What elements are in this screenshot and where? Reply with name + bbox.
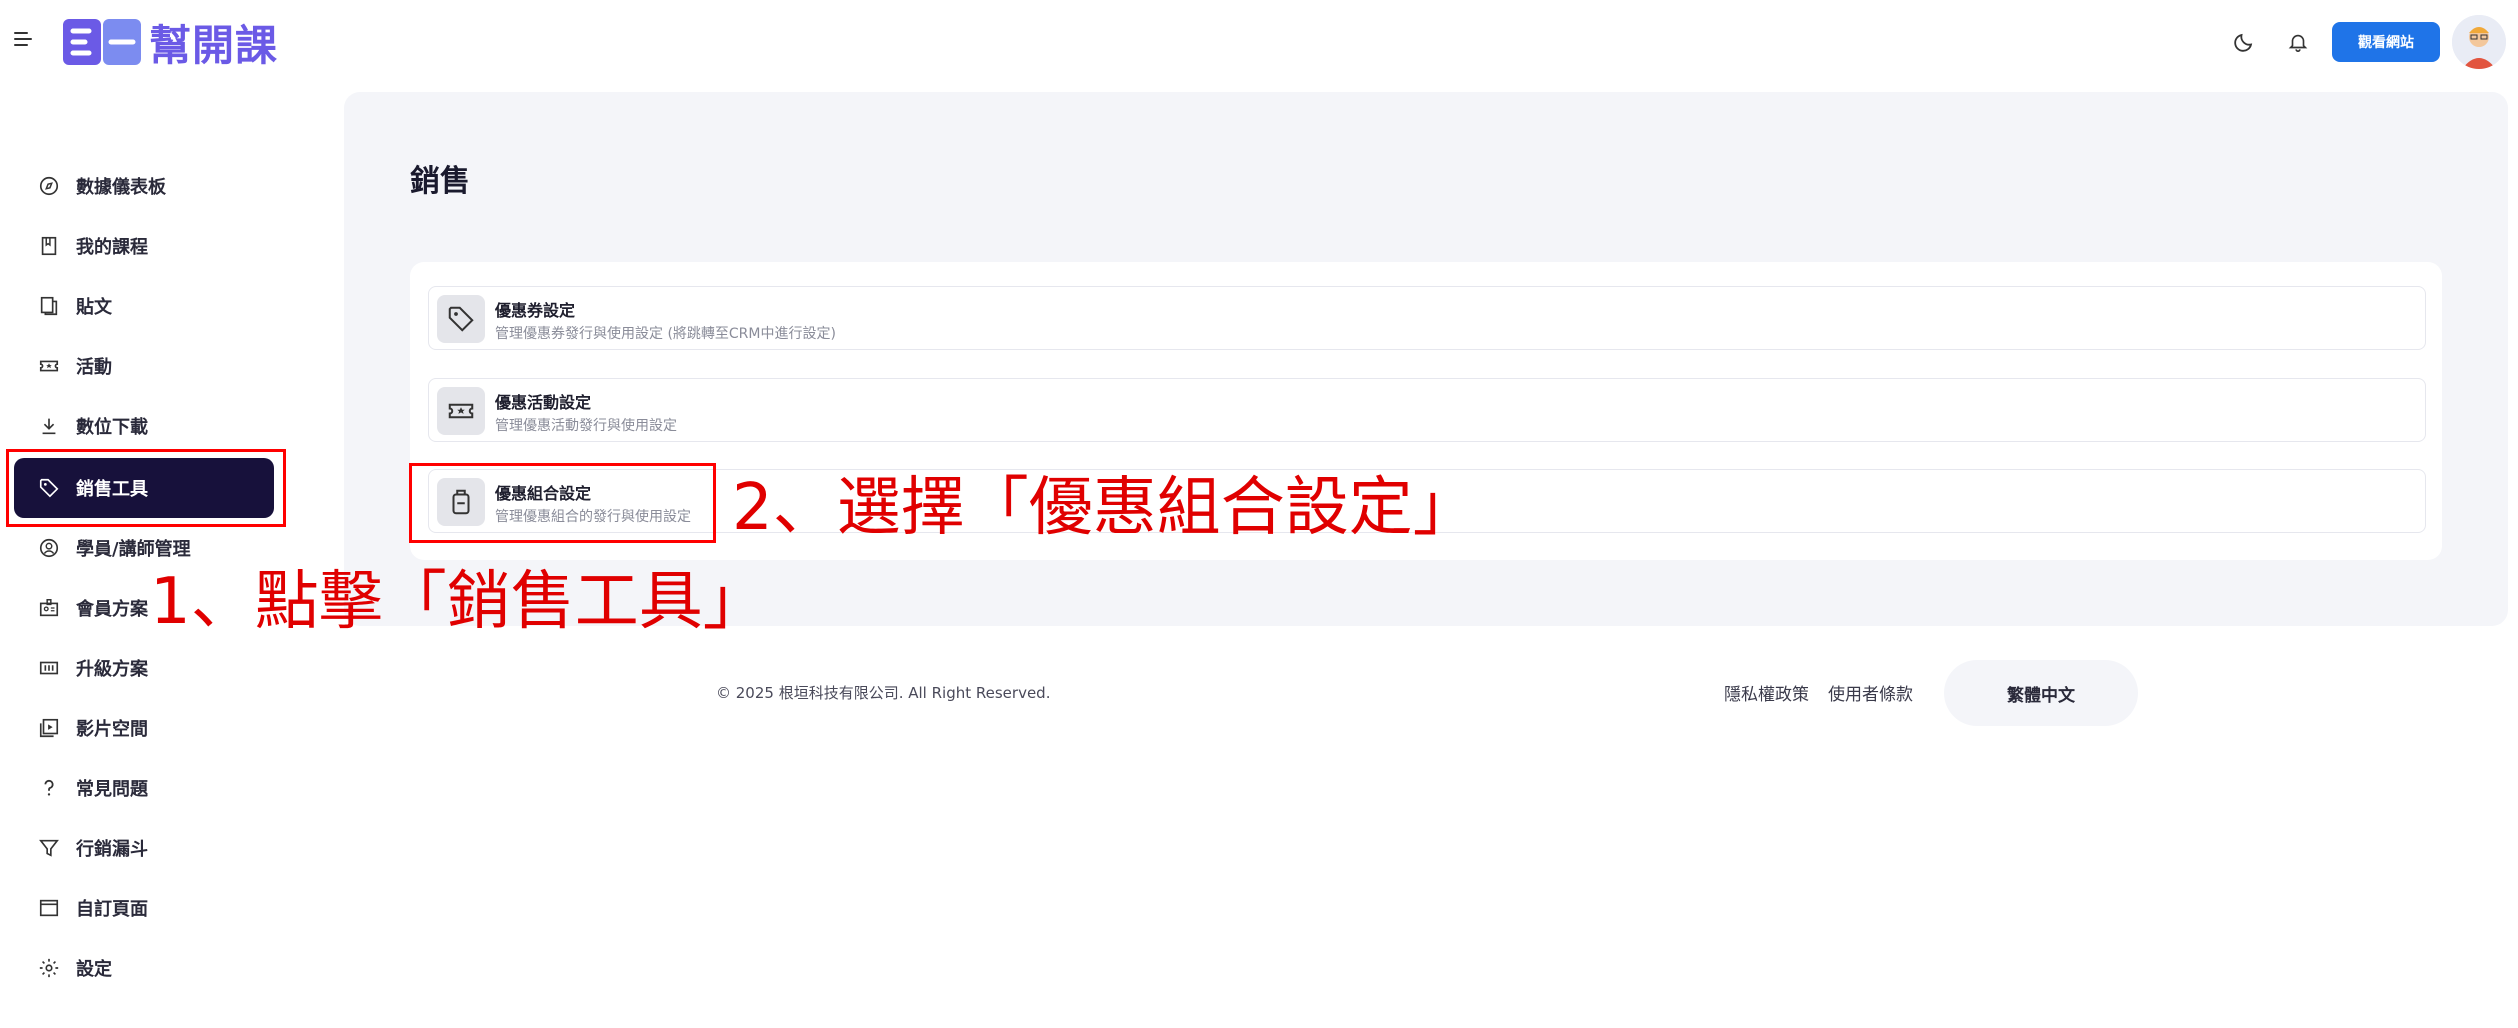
sidebar-item-label: 貼文	[76, 297, 112, 318]
sidebar-item-label: 行銷漏斗	[76, 839, 148, 860]
sidebar-item-courses[interactable]: 我的課程	[14, 216, 274, 276]
user-circle-icon	[36, 535, 62, 561]
download-icon	[36, 413, 62, 439]
sidebar-item-label: 我的課程	[76, 237, 148, 258]
bell-icon[interactable]	[2278, 22, 2318, 62]
sidebar-item-events[interactable]: 活動	[14, 336, 274, 396]
ticket-icon	[437, 387, 485, 435]
sidebar-item-label: 常見問題	[76, 779, 148, 800]
upgrade-icon	[36, 655, 62, 681]
row-title: 優惠券設定	[495, 301, 576, 320]
sidebar-item-upgrade[interactable]: 升級方案	[14, 638, 274, 698]
sidebar-item-label: 數位下載	[76, 417, 148, 438]
menu-icon[interactable]	[12, 28, 34, 50]
sidebar-item-label: 自訂頁面	[76, 899, 148, 920]
page-icon	[36, 895, 62, 921]
sidebar-item-posts[interactable]: 貼文	[14, 276, 274, 336]
gear-icon	[36, 955, 62, 981]
sidebar-item-faq[interactable]: 常見問題	[14, 758, 274, 818]
sidebar-item-label: 會員方案	[76, 599, 148, 620]
logo-mark-icon	[63, 19, 141, 65]
promotion-settings-row[interactable]: 優惠活動設定 管理優惠活動發行與使用設定	[428, 378, 2426, 442]
sidebar-item-custom-pages[interactable]: 自訂頁面	[14, 878, 274, 938]
page-title: 銷售	[410, 164, 470, 199]
id-badge-icon	[36, 595, 62, 621]
tag-icon	[437, 295, 485, 343]
sidebar-item-video-space[interactable]: 影片空間	[14, 698, 274, 758]
terms-of-use-link[interactable]: 使用者條款	[1828, 680, 1913, 705]
annotation-step-1: 1、點擊「銷售工具」	[150, 565, 767, 639]
sidebar-item-label: 升級方案	[76, 659, 148, 680]
top-bar: 幫開課 觀看網站	[0, 0, 2518, 84]
row-description: 管理優惠券發行與使用設定 (將跳轉至CRM中進行設定)	[495, 326, 836, 342]
dark-mode-icon[interactable]	[2224, 22, 2264, 62]
privacy-policy-link[interactable]: 隱私權政策	[1724, 680, 1809, 705]
book-icon	[36, 233, 62, 259]
post-icon	[36, 293, 62, 319]
ticket-icon	[36, 353, 62, 379]
language-selector[interactable]: 繁體中文	[1944, 660, 2138, 726]
avatar[interactable]	[2452, 15, 2506, 69]
highlight-box-bundle-settings	[409, 463, 716, 543]
logo[interactable]: 幫開課	[63, 14, 278, 70]
row-title: 優惠活動設定	[495, 393, 592, 412]
funnel-icon	[36, 835, 62, 861]
question-icon	[36, 775, 62, 801]
sidebar-item-label: 數據儀表板	[76, 177, 166, 198]
sidebar-item-settings[interactable]: 設定	[14, 938, 274, 998]
sidebar-item-label: 設定	[76, 959, 112, 980]
sidebar-item-label: 影片空間	[76, 719, 148, 740]
sidebar-item-dashboard[interactable]: 數據儀表板	[14, 156, 274, 216]
sidebar-item-label: 活動	[76, 357, 112, 378]
sidebar-item-downloads[interactable]: 數位下載	[14, 396, 274, 456]
sidebar-item-funnel[interactable]: 行銷漏斗	[14, 818, 274, 878]
annotation-step-2: 2、選擇「優惠組合設定」	[732, 471, 1477, 545]
compass-icon	[36, 173, 62, 199]
view-site-button[interactable]: 觀看網站	[2332, 22, 2440, 62]
highlight-box-sales-tools	[6, 449, 286, 527]
logo-text: 幫開課	[149, 20, 279, 70]
copyright-text: © 2025 根垣科技有限公司. All Right Reserved.	[716, 684, 1051, 702]
row-description: 管理優惠活動發行與使用設定	[495, 418, 677, 434]
coupon-settings-row[interactable]: 優惠券設定 管理優惠券發行與使用設定 (將跳轉至CRM中進行設定)	[428, 286, 2426, 350]
video-icon	[36, 715, 62, 741]
